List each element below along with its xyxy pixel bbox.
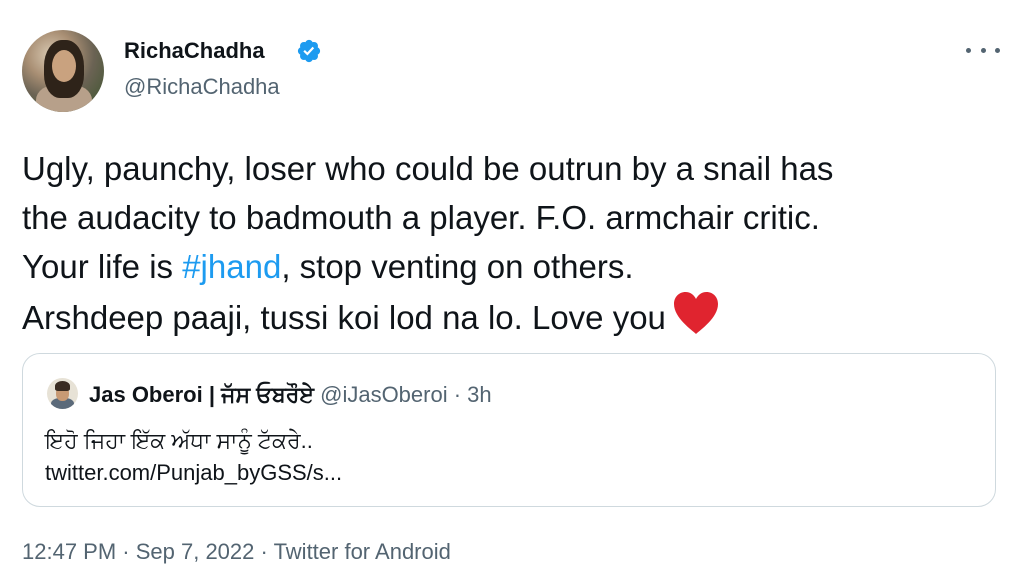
tweet-metadata: 12:47 PM · Sep 7, 2022 · Twitter for And…: [22, 538, 451, 566]
tweet-text: Ugly, paunchy, loser who could be outrun…: [22, 144, 1012, 342]
meta-separator: ·: [254, 539, 274, 564]
quoted-author-handle: @iJasOberoi: [320, 382, 448, 407]
quoted-tweet-card[interactable]: Jas Oberoi | ਜੱਸ ਓਬਰੌਏ @iJasOberoi · 3h …: [22, 353, 996, 507]
quoted-tweet-link[interactable]: twitter.com/Punjab_byGSS/s...: [45, 458, 342, 488]
tweet-line-3-end: , stop venting on others.: [281, 248, 634, 285]
dot: [966, 47, 971, 53]
quoted-author-name: Jas Oberoi | ਜੱਸ ਓਬਰੌਏ: [89, 382, 314, 407]
more-options-icon[interactable]: [966, 40, 1000, 60]
tweet-line-4-text: Arshdeep paaji, tussi koi lod na lo. Lov…: [22, 299, 666, 336]
tweet-line-3-start: Your life is: [22, 248, 183, 285]
tweet-source[interactable]: Twitter for Android: [274, 539, 451, 564]
dot: [995, 47, 1000, 53]
tweet-line-2: the audacity to badmouth a player. F.O. …: [22, 199, 820, 236]
verified-badge-icon: [297, 39, 321, 63]
author-display-name[interactable]: RichaChadha: [124, 37, 265, 65]
quoted-tweet-header: Jas Oberoi | ਜੱਸ ਓਬਰੌਏ @iJasOberoi · 3h: [89, 382, 492, 408]
meta-separator: ·: [116, 539, 136, 564]
tweet-line-4: Arshdeep paaji, tussi koi lod na lo. Lov…: [22, 291, 1012, 342]
hashtag-link[interactable]: #jhand: [182, 248, 281, 285]
author-handle[interactable]: @RichaChadha: [124, 73, 280, 101]
quoted-tweet-text: ਇਹੋ ਜਿਹਾ ਇੱਕ ਅੱਧਾ ਸਾਨੂੰ ਟੱਕਰੇ..: [45, 428, 313, 453]
tweet-line-3: Your life is #jhand, stop venting on oth…: [22, 242, 1012, 291]
quoted-author-avatar: [47, 378, 78, 409]
tweet-date[interactable]: Sep 7, 2022: [136, 539, 255, 564]
dot: [980, 47, 986, 53]
avatar-figure-face: [52, 50, 76, 82]
tweet-time[interactable]: 12:47 PM: [22, 539, 116, 564]
avatar-figure-hair: [55, 381, 70, 391]
author-avatar[interactable]: [22, 30, 104, 112]
tweet-line-1: Ugly, paunchy, loser who could be outrun…: [22, 150, 834, 187]
quoted-separator: ·: [447, 382, 468, 407]
quoted-time: 3h: [467, 382, 492, 407]
red-heart-emoji-icon: [673, 292, 718, 334]
